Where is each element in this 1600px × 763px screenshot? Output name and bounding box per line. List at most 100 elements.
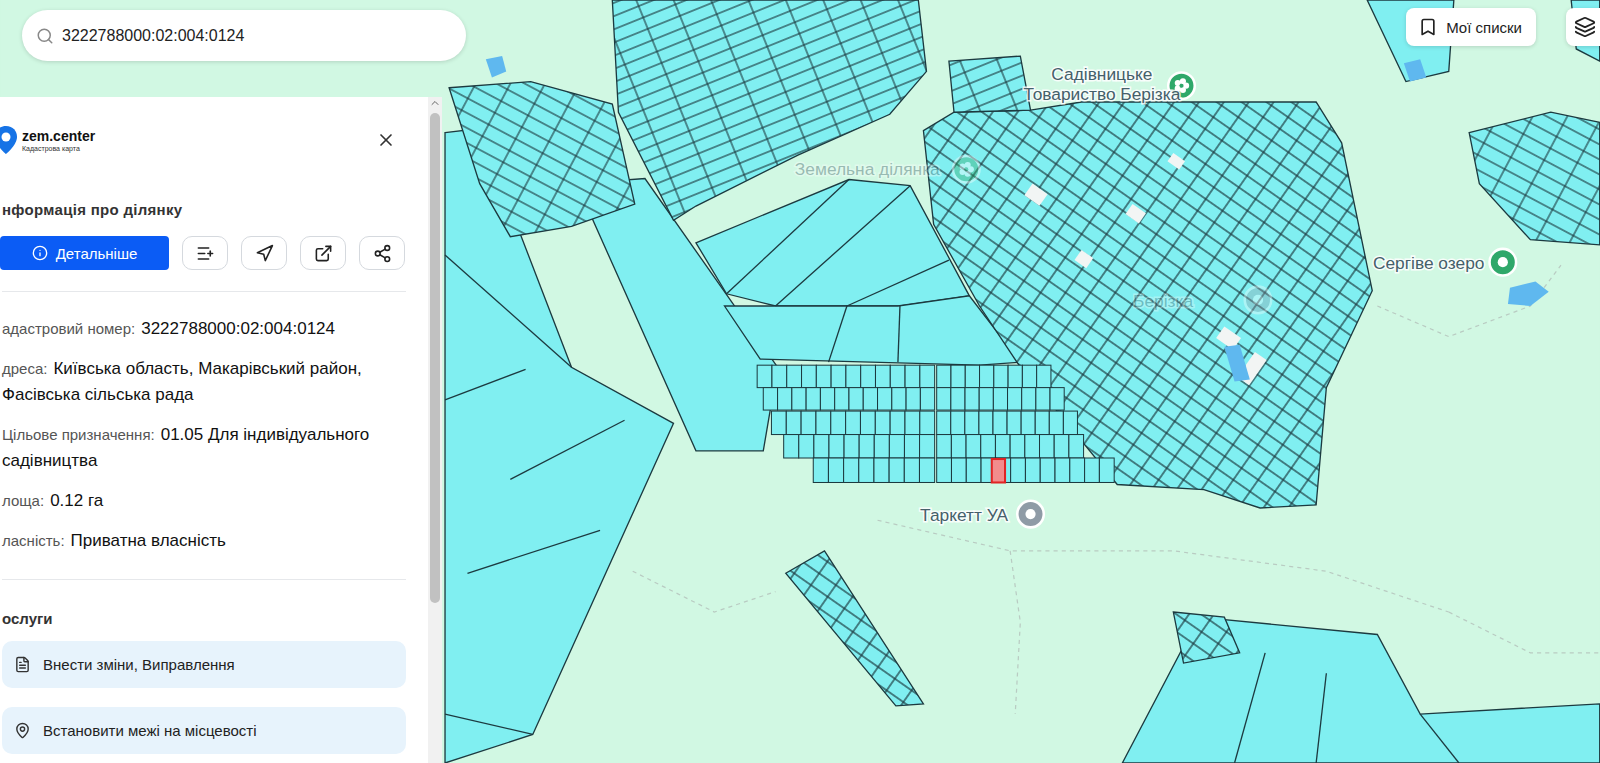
parcel[interactable] xyxy=(875,365,890,387)
parcel[interactable] xyxy=(951,458,966,482)
parcel-cluster[interactable] xyxy=(949,56,1031,112)
parcel[interactable] xyxy=(1070,458,1085,482)
map-pin[interactable]: СадівницькеТовариство Берізка xyxy=(1023,64,1194,104)
parcel[interactable] xyxy=(919,458,934,482)
parcel[interactable] xyxy=(757,365,772,387)
parcel[interactable] xyxy=(1063,411,1077,434)
company-pin-icon[interactable] xyxy=(1017,501,1044,528)
place-pin-icon[interactable] xyxy=(1490,249,1517,276)
search-value[interactable]: 3222788000:02:004:0124 xyxy=(62,27,244,45)
parcel[interactable] xyxy=(951,435,966,458)
parcel[interactable] xyxy=(890,411,905,434)
parcel[interactable] xyxy=(1099,458,1114,482)
parcel[interactable] xyxy=(813,458,828,482)
service-item[interactable]: Внести зміни, Виправлення xyxy=(2,641,406,688)
parcel[interactable] xyxy=(1037,365,1051,387)
parcel[interactable] xyxy=(1050,388,1064,410)
parcel[interactable] xyxy=(937,411,951,434)
parcel[interactable] xyxy=(814,435,829,458)
parcel[interactable] xyxy=(696,180,969,306)
parcel[interactable] xyxy=(980,365,994,387)
parcel[interactable] xyxy=(905,365,920,387)
parcel[interactable] xyxy=(844,435,859,458)
navigate-button[interactable] xyxy=(241,236,287,270)
parcel[interactable] xyxy=(874,458,889,482)
scroll-up-icon[interactable] xyxy=(429,97,441,109)
parcel[interactable] xyxy=(889,435,904,458)
parcel[interactable] xyxy=(1069,435,1084,458)
parcel[interactable] xyxy=(937,435,952,458)
parcel[interactable] xyxy=(802,365,817,387)
add-to-list-button[interactable] xyxy=(182,236,228,270)
parcel[interactable] xyxy=(861,365,876,387)
parcel[interactable] xyxy=(863,388,877,410)
parcel[interactable] xyxy=(966,458,981,482)
parcel[interactable] xyxy=(951,365,965,387)
parcel[interactable] xyxy=(816,411,831,434)
parcel[interactable] xyxy=(905,411,920,434)
parcel[interactable] xyxy=(874,435,889,458)
parcel-cluster[interactable] xyxy=(923,102,1372,508)
selected-parcel[interactable] xyxy=(992,459,1005,482)
scrollbar[interactable] xyxy=(428,97,442,763)
parcel[interactable] xyxy=(801,411,816,434)
parcel[interactable] xyxy=(846,411,861,434)
parcel[interactable] xyxy=(849,388,863,410)
parcel[interactable] xyxy=(778,388,792,410)
parcel[interactable] xyxy=(725,296,1021,365)
parcel[interactable] xyxy=(860,411,875,434)
parcel[interactable] xyxy=(1022,365,1036,387)
parcel[interactable] xyxy=(831,411,846,434)
parcel[interactable] xyxy=(1011,458,1026,482)
parcel-cluster[interactable] xyxy=(612,0,926,220)
parcel[interactable] xyxy=(772,365,787,387)
parcel[interactable] xyxy=(951,411,965,434)
parcel[interactable] xyxy=(937,458,952,482)
close-icon[interactable] xyxy=(376,130,396,150)
parcel[interactable] xyxy=(1049,411,1063,434)
parcel[interactable] xyxy=(1008,365,1022,387)
parcel[interactable] xyxy=(937,365,951,387)
parcel[interactable] xyxy=(784,435,799,458)
share-button[interactable] xyxy=(359,236,405,270)
parcel[interactable] xyxy=(835,388,849,410)
my-lists-button[interactable]: Мої списки xyxy=(1406,8,1536,46)
parcel[interactable] xyxy=(816,365,831,387)
parcel[interactable] xyxy=(920,388,934,410)
layers-button[interactable] xyxy=(1566,8,1600,46)
parcel[interactable] xyxy=(993,388,1007,410)
parcel[interactable] xyxy=(965,411,979,434)
parcel[interactable] xyxy=(763,388,777,410)
parcel[interactable] xyxy=(994,365,1008,387)
parcel[interactable] xyxy=(1025,458,1040,482)
parcel[interactable] xyxy=(1025,435,1040,458)
parcel[interactable] xyxy=(875,411,890,434)
map-pin[interactable]: Таркетт УА xyxy=(920,501,1044,528)
parcel-cluster[interactable] xyxy=(786,551,924,706)
parcel-cluster[interactable] xyxy=(449,82,635,237)
parcel[interactable] xyxy=(904,435,919,458)
parcel[interactable] xyxy=(995,435,1010,458)
open-external-button[interactable] xyxy=(300,236,346,270)
parcel[interactable] xyxy=(878,388,892,410)
parcel[interactable] xyxy=(979,388,993,410)
map-pin[interactable]: Земельна ділянка xyxy=(795,156,980,183)
parcel[interactable] xyxy=(906,388,920,410)
parcel[interactable] xyxy=(965,365,979,387)
parcel[interactable] xyxy=(846,365,861,387)
service-item[interactable]: Встановити межі на місцевості xyxy=(2,707,406,754)
parcel[interactable] xyxy=(920,411,935,434)
parcel[interactable] xyxy=(993,411,1007,434)
parcel[interactable] xyxy=(1055,458,1070,482)
parcel[interactable] xyxy=(951,388,965,410)
parcel[interactable] xyxy=(937,388,951,410)
parcel[interactable] xyxy=(920,435,935,458)
parcel[interactable] xyxy=(1085,458,1100,482)
parcel[interactable] xyxy=(829,435,844,458)
parcel[interactable] xyxy=(844,458,859,482)
parcel[interactable] xyxy=(890,365,905,387)
parcel[interactable] xyxy=(806,388,820,410)
parcel[interactable] xyxy=(799,435,814,458)
parcel[interactable] xyxy=(1008,388,1022,410)
parcel[interactable] xyxy=(1010,435,1025,458)
